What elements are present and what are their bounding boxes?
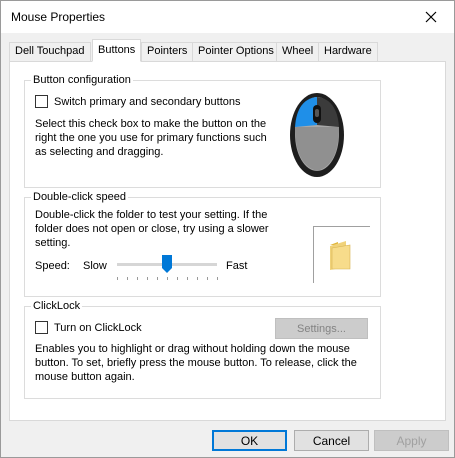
tab-strip: Dell Touchpad Buttons Pointers Pointer O… (9, 39, 445, 62)
slider-tick (147, 277, 148, 280)
switch-buttons-label: Switch primary and secondary buttons (54, 95, 241, 108)
tab-pointer-options[interactable]: Pointer Options (192, 42, 280, 61)
speed-label: Speed: (35, 260, 70, 272)
switch-buttons-row[interactable]: Switch primary and secondary buttons (35, 95, 240, 108)
close-icon (425, 11, 437, 23)
folder-icon (330, 241, 351, 270)
slider-tick (127, 277, 128, 280)
button-configuration-group: Button configuration Switch primary and … (24, 74, 381, 188)
double-click-description: Double-click the folder to test your set… (35, 209, 269, 249)
switch-buttons-checkbox[interactable] (35, 95, 48, 108)
title-bar: Mouse Properties (1, 1, 454, 33)
slider-tick (167, 277, 168, 280)
slider-tick (157, 277, 158, 280)
close-button[interactable] (408, 1, 454, 33)
ok-button[interactable]: OK (212, 430, 287, 451)
slider-tick (197, 277, 198, 280)
window-title: Mouse Properties (11, 10, 106, 24)
buttons-tab-panel: Button configuration Switch primary and … (9, 61, 446, 421)
tab-hardware[interactable]: Hardware (318, 42, 378, 61)
tab-buttons[interactable]: Buttons (92, 39, 142, 62)
clicklock-row[interactable]: Turn on ClickLock (35, 321, 142, 334)
group-title: Button configuration (31, 74, 133, 86)
slider-tick (207, 277, 208, 280)
tab-wheel[interactable]: Wheel (276, 42, 320, 61)
clicklock-description: Enables you to highlight or drag without… (35, 343, 357, 383)
clicklock-group: ClickLock Turn on ClickLock Settings... … (24, 300, 381, 399)
mouse-properties-window: Mouse Properties Dell Touchpad Buttons P… (0, 0, 455, 458)
fast-label: Fast (226, 260, 248, 272)
group-title: ClickLock (31, 300, 83, 312)
clicklock-label: Turn on ClickLock (54, 321, 142, 334)
tab-pointers[interactable]: Pointers (141, 42, 194, 61)
cancel-button[interactable]: Cancel (294, 430, 369, 451)
test-folder-area[interactable] (313, 226, 370, 283)
slow-label: Slow (83, 260, 107, 272)
slider-tick (217, 277, 218, 280)
double-click-speed-group: Double-click speed Double-click the fold… (24, 191, 381, 297)
slider-tick (177, 277, 178, 280)
slider-tick (117, 277, 118, 280)
clicklock-settings-button[interactable]: Settings... (275, 318, 368, 339)
apply-button[interactable]: Apply (374, 430, 449, 451)
slider-thumb[interactable] (162, 255, 172, 273)
clicklock-checkbox[interactable] (35, 321, 48, 334)
double-click-speed-slider[interactable] (117, 255, 218, 283)
group-title: Double-click speed (31, 191, 128, 203)
slider-tick (137, 277, 138, 280)
button-config-description: Select this check box to make the button… (35, 118, 267, 158)
mouse-icon (290, 93, 344, 177)
tab-dell-touchpad[interactable]: Dell Touchpad (9, 42, 91, 61)
slider-tick (187, 277, 188, 280)
